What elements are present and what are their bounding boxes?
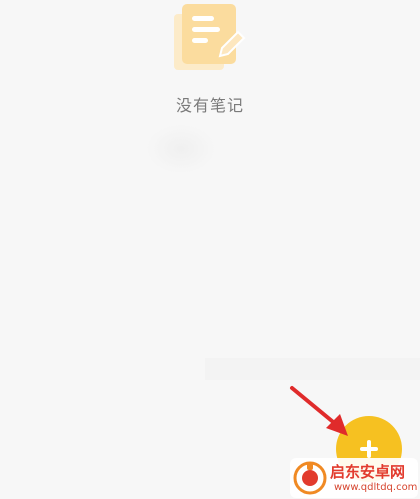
watermark-title: 启东安卓网 <box>330 463 406 481</box>
ghost-placeholder <box>146 124 216 174</box>
watermark: 启东安卓网 www.qdltdq.com <box>290 458 418 498</box>
faint-bar <box>205 358 420 380</box>
watermark-url: www.qdltdq.com <box>334 482 418 493</box>
note-edit-icon <box>174 4 246 70</box>
arrow-icon <box>290 386 348 436</box>
watermark-logo-icon <box>293 461 327 495</box>
empty-state-message: 没有笔记 <box>175 96 244 115</box>
notes-screen: 没有笔记 启东安卓网 www.qdltdq.com <box>0 0 420 499</box>
